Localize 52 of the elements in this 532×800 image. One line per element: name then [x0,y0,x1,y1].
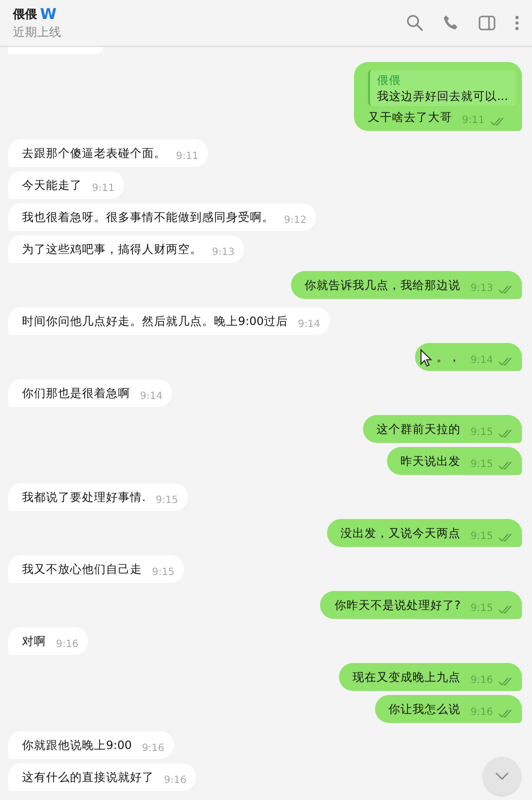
message-time: 9:15 [470,426,493,440]
search-icon[interactable] [406,14,424,32]
message-time: 9:16 [470,674,493,688]
message-text: 这有什么的直接说就好了 [22,769,154,785]
reply-quote[interactable]: 偎偎 我这边弄好回去就可以... [368,70,516,106]
message-text: 时间你问他几点好走。然后就几点。晚上9:00过后 [22,313,288,329]
phone-icon[interactable] [442,14,460,32]
sidebar-icon[interactable] [478,14,496,32]
message-text: 去跟那个傻逼老表碰个面。 [22,145,166,161]
message-time: 9:15 [156,494,178,508]
message-text: 你就告诉我几点，我给那边说 [304,277,461,293]
message-time: 9:16 [470,706,493,720]
message-text: 昨天说出发 [400,453,461,469]
name-letter: W [40,6,57,22]
message-text: 没出发，又说今天两点 [340,525,461,541]
message-time: 9:11 [92,182,114,196]
message-text: 今天能走了 [22,177,82,193]
message-text: 我也很着急呀。很多事情不能做到感同身受啊。 [22,209,274,225]
message-time: 9:15 [470,530,493,544]
message-time: 9:15 [470,602,493,616]
message-text: 为了这些鸡吧事，搞得人财两空。 [22,241,202,257]
message-time: 9:14 [470,354,493,368]
message-text: 对啊 [22,633,46,649]
message-time: 9:13 [470,282,493,296]
last-seen-status: 近期上线 [13,24,61,40]
quote-author: 偎偎 [377,72,402,88]
more-icon[interactable] [514,14,520,32]
message-time: 9:16 [164,774,186,788]
message-text: 我都说了要处理好事情. [22,489,146,505]
message-time: 9:12 [284,214,306,228]
message-text: 。， [436,349,461,365]
message-time: 9:15 [152,566,174,580]
message-time: 9:14 [298,318,320,332]
quote-text: 我这边弄好回去就可以... [377,88,508,104]
message-time: 9:16 [142,742,164,756]
message-text: 你让我怎么说 [388,701,461,717]
scroll-down-button[interactable] [483,757,521,795]
message-time: 9:15 [470,458,493,472]
message-text: 你们那也是很着急啊 [22,385,130,401]
message-text: 我又不放心他们自己走 [22,561,142,577]
message-text: 现在又变成晚上九点 [352,669,461,685]
message-text: 你昨天不是说处理好了? [334,597,461,613]
message-time: 9:11 [462,114,484,128]
message-time: 9:11 [176,150,198,164]
message-text: 这个群前天拉的 [376,421,461,437]
chevron-down-icon [494,771,510,781]
contact-name: 偎偎 [13,6,37,22]
message-text: 又干啥去了大哥 [368,109,452,125]
message-time: 9:14 [140,390,162,404]
message-time: 9:16 [56,638,78,652]
message-text: 你就跟他说晚上9:00 [22,737,132,753]
message-time: 9:13 [212,246,234,260]
